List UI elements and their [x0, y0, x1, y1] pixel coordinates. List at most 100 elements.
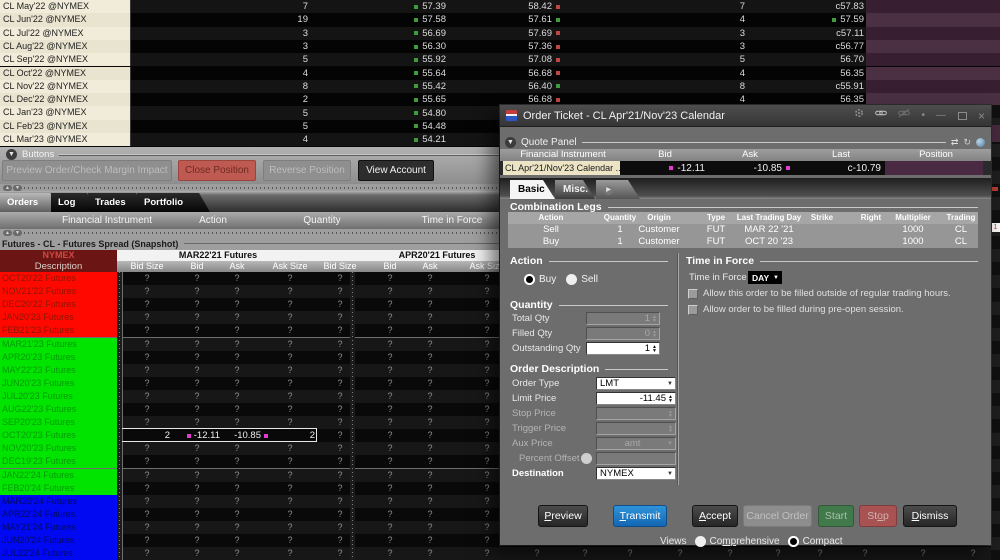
quote-cell[interactable]: ? — [375, 298, 405, 311]
quote-cell[interactable]: ? — [182, 469, 212, 482]
quote-cell[interactable]: ? — [958, 547, 988, 560]
quote-bid-cell[interactable]: -12.11 — [620, 161, 710, 175]
quote-cell[interactable]: ? — [222, 272, 252, 285]
quote-cell[interactable]: ? — [375, 403, 405, 416]
bid-cell[interactable]: 55.65 — [320, 93, 446, 106]
quote-cell[interactable]: ? — [415, 521, 445, 534]
bid-size-cell[interactable]: 5 — [140, 53, 308, 66]
quote-cell[interactable]: ? — [908, 547, 938, 560]
quote-cell[interactable]: ? — [472, 390, 502, 403]
quote-cell[interactable]: ? — [275, 547, 305, 560]
quote-cell[interactable]: ? — [375, 338, 405, 351]
view-account-button[interactable]: View Account — [358, 160, 434, 181]
quote-cell[interactable]: ? — [375, 377, 405, 390]
quote-cell[interactable]: ? — [132, 482, 162, 495]
quote-cell[interactable]: ? — [375, 311, 405, 324]
quote-cell[interactable]: ? — [222, 403, 252, 416]
quote-cell[interactable]: ? — [222, 508, 252, 521]
quote-cell[interactable]: ? — [415, 324, 445, 337]
preview-order-check-margin-impact-button[interactable]: Preview Order/Check Margin Impact — [2, 160, 172, 181]
watchlist-row[interactable]: CL Sep'22 @NYMEX 5 55.92 57.08 5 56.70 — [0, 53, 866, 67]
quote-cell[interactable]: ? — [415, 311, 445, 324]
ask-size-cell[interactable]: 4 — [640, 67, 745, 80]
quote-cell[interactable]: ? — [415, 534, 445, 547]
maximize-icon[interactable] — [957, 111, 967, 120]
watchlist-row[interactable]: CL May'22 @NYMEX 7 57.39 58.42 7 c57.83 — [0, 0, 866, 14]
quote-cell[interactable]: ? — [472, 377, 502, 390]
quote-cell[interactable]: ? — [182, 390, 212, 403]
quote-cell[interactable]: ? — [222, 338, 252, 351]
preview-button[interactable]: Preview — [538, 505, 588, 527]
quote-cell[interactable]: ? — [132, 285, 162, 298]
quote-cell[interactable]: ? — [132, 455, 162, 468]
bid-cell[interactable]: 57.39 — [320, 0, 446, 13]
quote-cell[interactable]: ? — [222, 364, 252, 377]
pin-icon[interactable]: • — [921, 105, 925, 127]
quote-cell[interactable]: ? — [375, 272, 405, 285]
futures-contract-label[interactable]: JUL22'24 Futures — [0, 547, 117, 560]
futures-contract-label[interactable]: OCT20'23 Futures — [0, 429, 117, 443]
gear-icon[interactable] — [854, 105, 864, 127]
quote-cell[interactable]: ? — [222, 482, 252, 495]
quote-cell[interactable]: ? — [715, 547, 745, 560]
quote-cell[interactable]: ? — [375, 416, 405, 429]
quote-cell[interactable]: ? — [375, 521, 405, 534]
futures-contract-label[interactable]: FEB20'24 Futures — [0, 481, 117, 495]
limit-price-input[interactable]: -11.45 ▲ ▼ — [596, 392, 676, 405]
quote-cell[interactable]: ? — [275, 508, 305, 521]
futures-contract-label[interactable]: FEB21'23 Futures — [0, 324, 117, 338]
quote-cell[interactable]: ? — [472, 429, 502, 442]
quote-cell[interactable]: ? — [375, 364, 405, 377]
ask-size-cell[interactable]: 3 — [640, 40, 745, 53]
ask-cell[interactable]: 57.36 — [440, 40, 562, 53]
transmit-button[interactable]: Transmit — [613, 505, 667, 527]
quote-cell[interactable]: ? — [132, 324, 162, 337]
bid-size-cell[interactable]: 2 — [140, 93, 308, 106]
quote-cell[interactable]: ? — [275, 495, 305, 508]
quote-cell[interactable]: ? — [472, 338, 502, 351]
tab-overflow[interactable]: ▶ — [596, 180, 640, 199]
quote-cell[interactable]: ? — [132, 377, 162, 390]
quote-cell[interactable]: ? — [415, 482, 445, 495]
quote-cell[interactable]: ? — [182, 298, 212, 311]
bid-size-cell[interactable]: 3 — [140, 27, 308, 40]
bid-cell[interactable]: 55.92 — [320, 53, 446, 66]
quote-cell[interactable]: ? — [132, 469, 162, 482]
quote-cell[interactable]: ? — [805, 547, 835, 560]
unlink-icon[interactable] — [898, 105, 911, 127]
percent-offset-radio[interactable] — [581, 453, 592, 464]
bid-size-cell[interactable]: 8 — [140, 80, 308, 93]
bid-cell[interactable]: 55.42 — [320, 80, 446, 93]
futures-contract-label[interactable]: MAY21'24 Futures — [0, 520, 117, 534]
views-radio-comprehensive[interactable]: Comprehensive — [694, 535, 780, 547]
quote-cell[interactable]: ? — [615, 547, 645, 560]
quote-cell[interactable]: ? — [132, 390, 162, 403]
ask-size-cell[interactable]: 7 — [640, 0, 745, 13]
quote-cell[interactable]: ? — [132, 351, 162, 364]
futures-contract-label[interactable]: NOV21'22 Futures — [0, 285, 117, 299]
quote-cell[interactable]: ? — [375, 442, 405, 455]
quote-cell[interactable]: ? — [275, 298, 305, 311]
ask-cell[interactable]: 56.40 — [440, 80, 562, 93]
quote-cell[interactable]: ? — [472, 285, 502, 298]
quote-cell[interactable]: ? — [375, 495, 405, 508]
quote-cell[interactable]: ? — [132, 298, 162, 311]
quote-cell[interactable]: ? — [375, 390, 405, 403]
vertical-splitter[interactable] — [117, 272, 122, 560]
quote-cell[interactable]: ? — [275, 403, 305, 416]
tab-portfolio[interactable]: Portfolio — [137, 193, 210, 212]
quote-ask-cell[interactable]: -10.85 — [710, 161, 795, 175]
quote-cell[interactable]: ? — [415, 351, 445, 364]
views-radio-compact[interactable]: Compact — [787, 535, 843, 547]
futures-contract-label[interactable]: MAY22'23 Futures — [0, 363, 117, 377]
quote-cell[interactable]: ? — [132, 534, 162, 547]
futures-contract-label[interactable]: JUN20'23 Futures — [0, 376, 117, 390]
ask-size-cell[interactable]: 4 — [640, 13, 745, 26]
quote-cell[interactable]: ? — [222, 298, 252, 311]
quote-cell[interactable]: ? — [472, 469, 502, 482]
quote-cell[interactable]: ? — [275, 324, 305, 337]
tif-checkbox[interactable] — [688, 289, 698, 299]
bid-size-cell[interactable]: 7 — [140, 0, 308, 13]
futures-contract-label[interactable]: AUG22'23 Futures — [0, 403, 117, 417]
quote-cell[interactable]: ? — [415, 403, 445, 416]
